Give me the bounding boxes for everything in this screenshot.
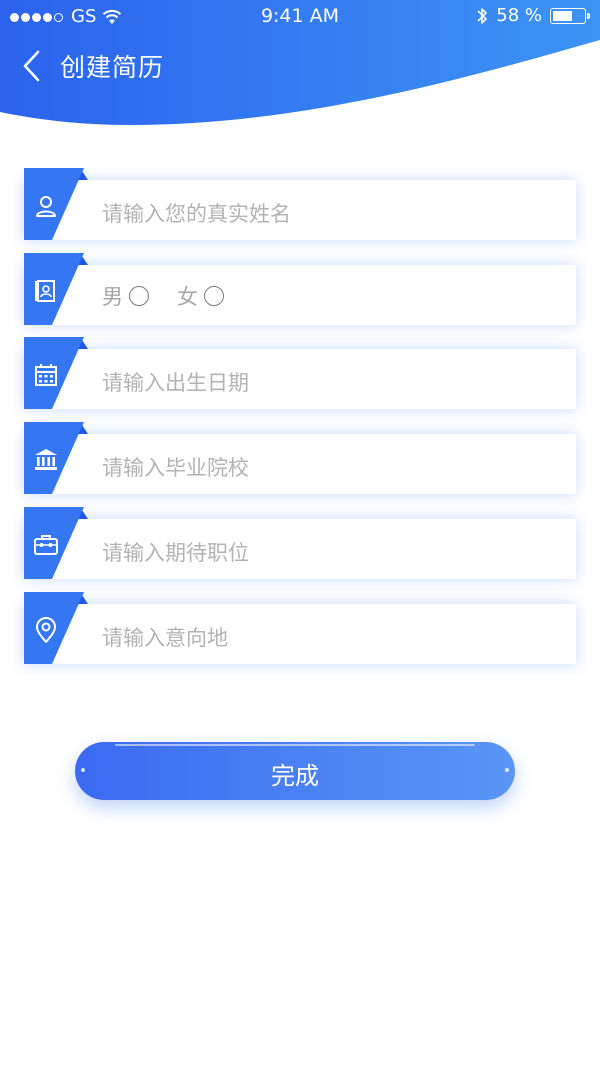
submit-label: 完成 (271, 762, 319, 790)
birth-field[interactable]: 请输入出生日期 (24, 337, 576, 409)
female-radio[interactable] (204, 286, 224, 306)
nav-bar: 创建简历 (0, 42, 600, 90)
job-field[interactable]: 请输入期待职位 (24, 507, 576, 579)
battery-label: 58 % (496, 5, 542, 26)
school-input[interactable]: 请输入毕业院校 (102, 452, 249, 482)
page-title: 创建简历 (60, 53, 165, 82)
job-input[interactable]: 请输入期待职位 (102, 537, 249, 567)
calendar-icon (35, 364, 57, 386)
institution-icon (35, 449, 57, 470)
status-bar: GS 9:41 AM 58 % (0, 0, 600, 34)
battery-icon (550, 7, 590, 24)
female-label: 女 (177, 285, 198, 309)
name-field[interactable]: 请输入您的真实姓名 (24, 168, 576, 240)
user-icon (36, 196, 56, 217)
gender-field: 男 女 (24, 253, 576, 325)
location-pin-icon (36, 617, 56, 643)
chevron-left-icon[interactable] (18, 48, 48, 84)
location-input[interactable]: 请输入意向地 (102, 622, 228, 652)
male-label: 男 (102, 285, 123, 309)
male-radio[interactable] (129, 286, 149, 306)
bluetooth-icon (477, 7, 488, 24)
school-field[interactable]: 请输入毕业院校 (24, 422, 576, 494)
birth-date-input[interactable]: 请输入出生日期 (102, 367, 249, 397)
location-field[interactable]: 请输入意向地 (24, 592, 576, 664)
briefcase-icon (34, 535, 58, 555)
name-input[interactable]: 请输入您的真实姓名 (102, 198, 291, 228)
id-card-icon (35, 280, 55, 302)
submit-button[interactable]: 完成 (75, 742, 515, 800)
